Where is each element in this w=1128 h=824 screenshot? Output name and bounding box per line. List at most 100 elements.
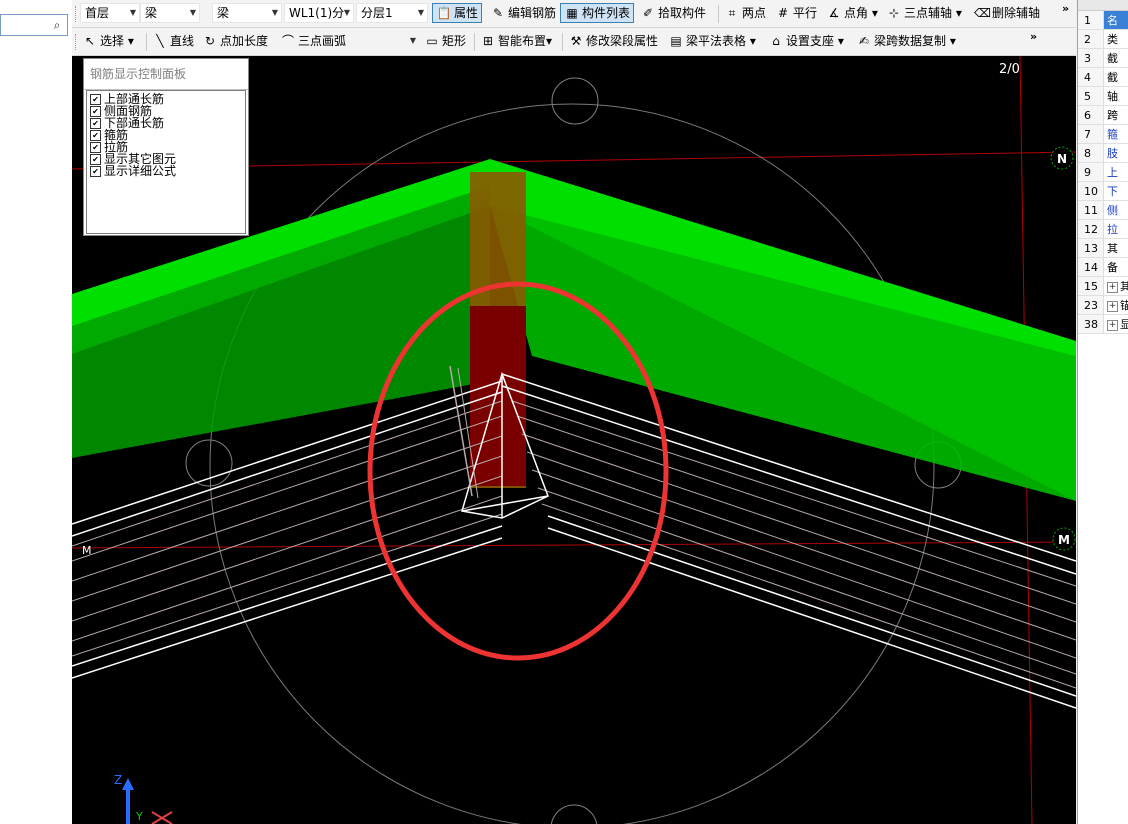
- separator: [718, 5, 719, 23]
- column-lower[interactable]: [470, 306, 526, 486]
- modify-span-props-button[interactable]: ⚒ 修改梁段属性: [568, 31, 658, 51]
- three-point-arc-button[interactable]: ⌒ 三点画弧: [280, 31, 346, 51]
- beam-table-button[interactable]: ▤ 梁平法表格 ▾: [668, 31, 756, 51]
- layer-select[interactable]: 分层1 ▼: [356, 3, 428, 23]
- point-length-button[interactable]: ↻ 点加长度: [202, 31, 268, 51]
- rebar-options-list: ✔ 上部通长筋 ✔ 侧面钢筋 ✔ 下部通长筋 ✔ 箍筋 ✔ 拉筋 ✔ 显示其它图元 ✔ 显示详…: [86, 90, 246, 234]
- two-points-icon: ⌗: [728, 6, 736, 20]
- cursor-icon: ↖: [84, 34, 96, 48]
- properties-pane: 1名 2类 3截 4截 5轴 6跨 7箍 8肢 9上 10 下 11 侧 12 拉 1…: [1077, 0, 1128, 824]
- modify-icon: ⚒: [570, 34, 582, 48]
- properties-button[interactable]: 📋 属性: [432, 3, 483, 23]
- rectangle-icon: ▭: [426, 34, 438, 48]
- point-length-icon: ↻: [204, 34, 216, 48]
- property-row[interactable]: 8肢: [1078, 144, 1128, 163]
- three-point-axis-button[interactable]: ⊹ 三点辅轴 ▾: [886, 3, 962, 23]
- property-row[interactable]: 12 拉: [1078, 220, 1128, 239]
- span-copy-button[interactable]: ✍ 梁跨数据复制 ▾: [856, 31, 956, 51]
- property-row[interactable]: 5轴: [1078, 87, 1128, 106]
- set-support-button[interactable]: ⌂ 设置支座 ▾: [768, 31, 844, 51]
- property-row[interactable]: 4截: [1078, 68, 1128, 87]
- property-row[interactable]: 2类: [1078, 30, 1128, 49]
- properties-icon: 📋: [436, 6, 452, 20]
- support-icon: ⌂: [772, 34, 780, 48]
- property-row[interactable]: 9上: [1078, 163, 1128, 182]
- search-icon[interactable]: ⌕: [49, 17, 65, 33]
- option-show-formula[interactable]: ✔ 显示详细公式: [87, 165, 245, 177]
- property-group-row[interactable]: 15 + 其: [1078, 277, 1128, 296]
- component-list-button[interactable]: ▦ 构件列表: [560, 3, 635, 23]
- property-row[interactable]: 10 下: [1078, 182, 1128, 201]
- property-row[interactable]: 3截: [1078, 49, 1128, 68]
- property-row[interactable]: 1名: [1078, 11, 1128, 30]
- list-icon: ▦: [566, 6, 578, 20]
- parallel-icon: #: [777, 6, 789, 20]
- expand-icon[interactable]: +: [1107, 319, 1118, 331]
- compass-n-label: N: [1057, 152, 1067, 166]
- line-icon: ╲: [156, 34, 164, 48]
- toolbar-overflow-button[interactable]: »: [1062, 2, 1069, 15]
- orbit-handle-top[interactable]: [551, 77, 599, 125]
- checkbox-checked[interactable]: ✔: [90, 117, 101, 129]
- parallel-button[interactable]: # 平行: [775, 3, 817, 23]
- point-angle-button[interactable]: ∡ 点角 ▾: [826, 3, 878, 23]
- eyedropper-icon: ✐: [642, 6, 654, 20]
- property-row[interactable]: 11 侧: [1078, 201, 1128, 220]
- toolbar-draw: ↖ 选择 ▾ ╲ 直线 ↻ 点加长度 ⌒ 三点画弧 ▼ ▭ 矩形 ⊞ 智能布置▾ ⚒ 修改梁段…: [72, 28, 1076, 56]
- type-select[interactable]: 梁 ▼: [212, 3, 282, 23]
- table-icon: ▤: [670, 34, 682, 48]
- property-row[interactable]: 6跨: [1078, 106, 1128, 125]
- smart-layout-button[interactable]: ⊞ 智能布置▾: [480, 31, 552, 51]
- edit-rebar-icon: ✎: [492, 6, 504, 20]
- expand-icon[interactable]: +: [1107, 300, 1118, 312]
- toolbar-overflow-button[interactable]: »: [1030, 30, 1037, 43]
- search-input[interactable]: ⌕: [0, 14, 68, 36]
- line-button[interactable]: ╲ 直线: [152, 31, 194, 51]
- checkbox-checked[interactable]: ✔: [90, 165, 101, 177]
- checkbox-checked[interactable]: ✔: [90, 105, 101, 117]
- orbit-handle-bottom[interactable]: [550, 804, 598, 824]
- separator: [474, 33, 475, 51]
- arc-mode-select[interactable]: ▼: [362, 31, 420, 51]
- eraser-icon: ⌫: [974, 6, 991, 20]
- component-select[interactable]: WL1(1)分 ▼: [284, 3, 354, 23]
- z-axis-label: Z: [114, 773, 122, 787]
- rebar-panel-title: 钢筋显示控制面板: [84, 59, 248, 90]
- property-row[interactable]: 13 其: [1078, 239, 1128, 258]
- property-group-row[interactable]: 23 + 锚: [1078, 296, 1128, 315]
- floor-select[interactable]: 首层 ▼: [80, 3, 140, 23]
- pick-component-button[interactable]: ✐ 拾取构件: [640, 3, 706, 23]
- rectangle-button[interactable]: ▭ 矩形: [424, 31, 466, 51]
- property-row[interactable]: 7箍: [1078, 125, 1128, 144]
- separator: [146, 33, 147, 51]
- checkbox-checked[interactable]: ✔: [90, 153, 101, 165]
- point-angle-icon: ∡: [828, 6, 840, 20]
- compass-m-left-label: M: [82, 544, 92, 557]
- checkbox-checked[interactable]: ✔: [90, 141, 101, 153]
- edit-rebar-button[interactable]: ✎ 编辑钢筋: [490, 3, 556, 23]
- expand-icon[interactable]: +: [1107, 281, 1118, 293]
- brush-icon: ✍: [858, 34, 870, 48]
- two-points-button[interactable]: ⌗ 两点: [724, 3, 766, 23]
- toolbar-grip[interactable]: [75, 34, 78, 50]
- property-row[interactable]: 14 备: [1078, 258, 1128, 277]
- arc-icon: ⌒: [281, 34, 294, 48]
- separator: [562, 33, 563, 51]
- select-button[interactable]: ↖ 选择 ▾: [82, 31, 134, 51]
- checkbox-checked[interactable]: ✔: [90, 93, 101, 105]
- category-select[interactable]: 梁 ▼: [140, 3, 200, 23]
- z-axis-arrowhead: [122, 778, 134, 790]
- three-point-axis-icon: ⊹: [888, 6, 900, 20]
- toolbar-grip[interactable]: [75, 6, 78, 22]
- property-group-row[interactable]: 38 + 显: [1078, 315, 1128, 334]
- left-pane: ⌕: [0, 0, 73, 824]
- delete-axis-button[interactable]: ⌫删除辅轴: [974, 3, 1040, 23]
- toolbar-main: 首层 ▼ 梁 ▼ 梁 ▼ WL1(1)分 ▼ 分层1 ▼ 📋 属性 ✎ 编辑钢筋 ▦ 构件列表 …: [72, 0, 1076, 28]
- properties-header: [1078, 0, 1128, 11]
- view-label: 2/0: [999, 62, 1020, 77]
- rebar-display-panel: 钢筋显示控制面板 ✔ 上部通长筋 ✔ 侧面钢筋 ✔ 下部通长筋 ✔ 箍筋 ✔ 拉筋 ✔ 显示…: [83, 58, 249, 236]
- checkbox-checked[interactable]: ✔: [90, 129, 101, 141]
- smart-layout-icon: ⊞: [482, 34, 494, 48]
- compass-m-right-label: M: [1058, 533, 1070, 547]
- y-axis-label: Y: [135, 810, 143, 823]
